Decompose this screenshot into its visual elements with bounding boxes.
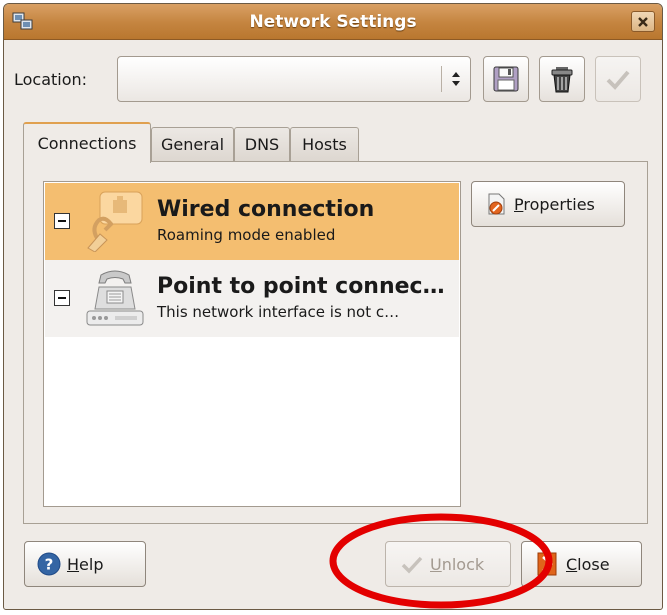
connection-status: Roaming mode enabled <box>157 226 336 244</box>
connection-status: This network interface is not c… <box>157 303 400 321</box>
save-location-button[interactable] <box>483 56 529 102</box>
connections-list[interactable]: Wired connection Roaming mode enabled Po… <box>43 181 461 507</box>
help-button[interactable]: ? Help <box>24 541 146 587</box>
close-icon <box>638 16 648 27</box>
location-combobox[interactable] <box>117 56 471 102</box>
tab-connections[interactable]: Connections <box>23 122 151 163</box>
location-label: Location: <box>14 70 88 89</box>
close-button[interactable]: Close <box>521 541 642 587</box>
unlock-check-icon <box>401 556 423 574</box>
window-title: Network Settings <box>249 12 417 32</box>
close-label: Close <box>566 554 610 574</box>
connection-title: Point to point connec… <box>157 274 445 299</box>
checkmark-icon <box>606 70 630 90</box>
up-down-arrows-icon <box>452 72 460 86</box>
help-icon: ? <box>37 552 61 576</box>
tab-hosts[interactable]: Hosts <box>290 127 359 161</box>
title-bar[interactable]: Network Settings <box>4 4 662 40</box>
unlock-label: Unlock <box>430 554 485 574</box>
help-label: Help <box>67 554 104 574</box>
tab-general[interactable]: General <box>151 127 234 161</box>
connection-row-ppp[interactable]: Point to point connec… This network inte… <box>45 260 459 337</box>
delete-location-button[interactable] <box>539 56 585 102</box>
trash-can-icon <box>551 67 573 93</box>
apply-location-button[interactable] <box>595 56 641 102</box>
connection-title: Wired connection <box>157 197 375 222</box>
telephone-modem-icon <box>86 270 144 326</box>
tab-dns[interactable]: DNS <box>234 127 290 161</box>
unlock-button[interactable]: Unlock <box>385 541 511 587</box>
exit-door-icon <box>537 552 557 576</box>
svg-text:?: ? <box>45 556 54 574</box>
properties-wrench-icon <box>488 193 505 215</box>
properties-button[interactable]: Properties <box>471 181 625 227</box>
ppp-enable-checkbox[interactable] <box>54 290 70 306</box>
properties-label: Properties <box>514 194 595 214</box>
combo-separator <box>441 66 442 92</box>
network-settings-window: Network Settings Location: Connections G… <box>3 3 663 610</box>
wired-enable-checkbox[interactable] <box>54 213 70 229</box>
floppy-disk-icon <box>493 66 519 92</box>
wired-network-icon <box>87 191 143 252</box>
window-close-button[interactable] <box>631 11 655 32</box>
connection-row-wired[interactable]: Wired connection Roaming mode enabled <box>45 183 459 260</box>
